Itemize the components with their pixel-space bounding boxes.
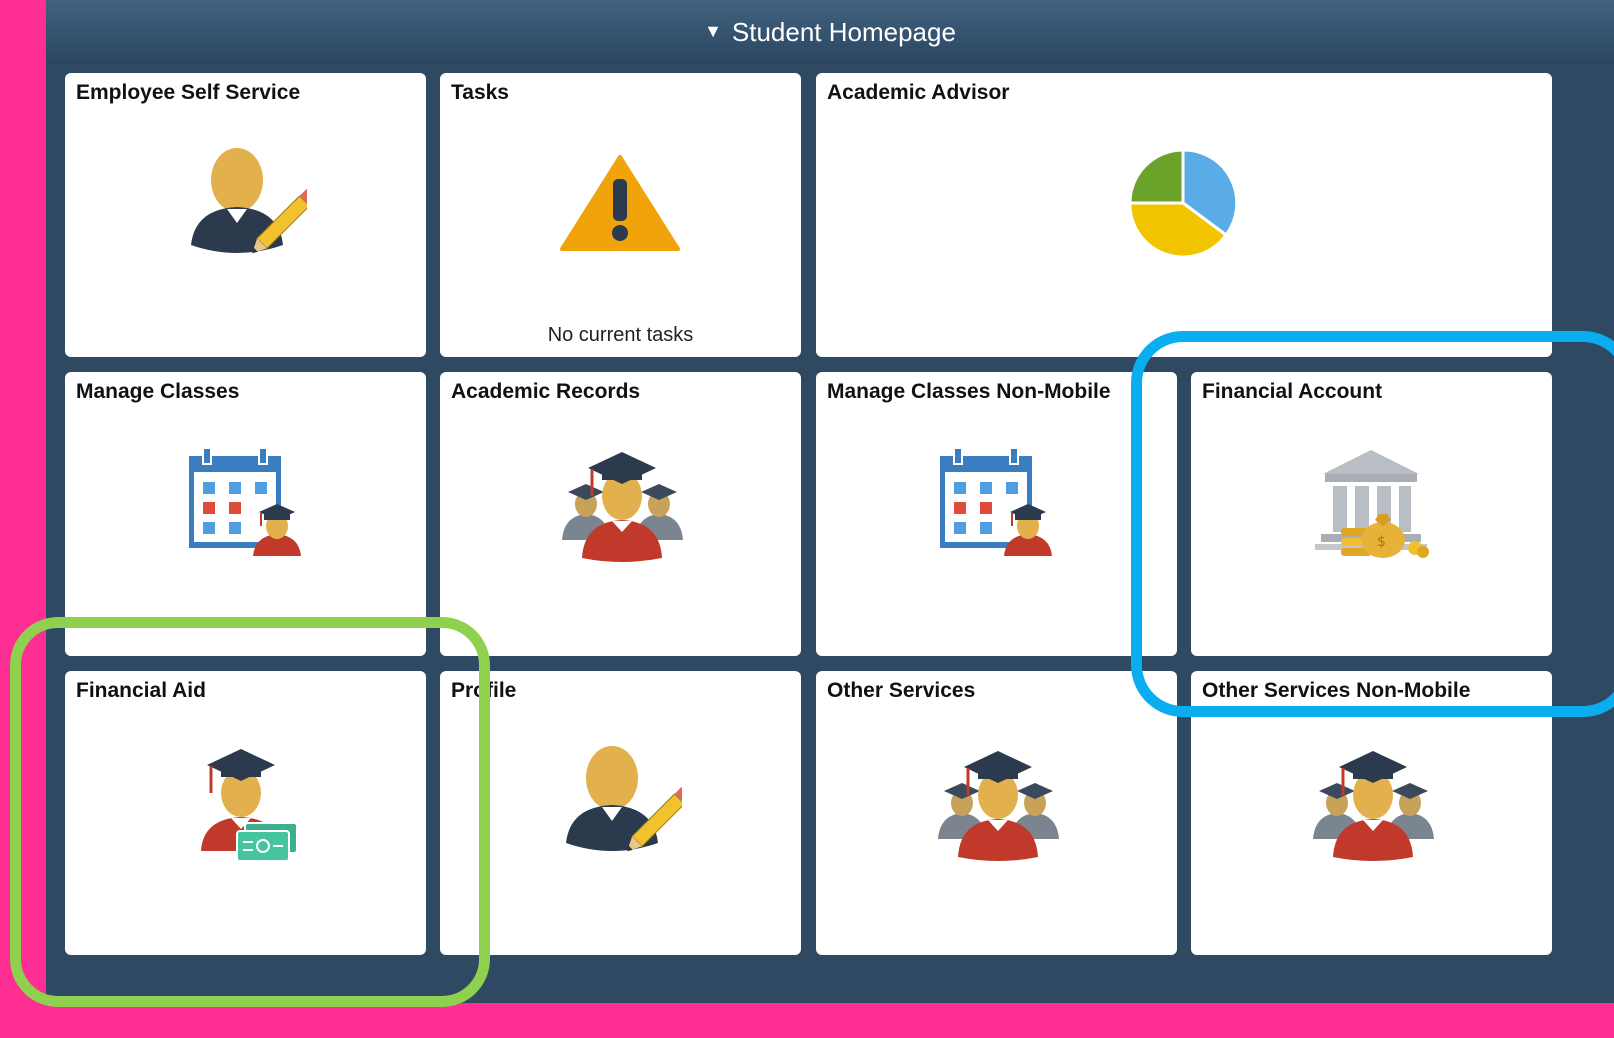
pie-chart-icon xyxy=(1128,148,1239,259)
tasks-status: No current tasks xyxy=(547,324,694,346)
tile-title: Employee Self Service xyxy=(76,81,301,104)
person-pencil-icon xyxy=(191,148,307,254)
homepage-panel: ▼ Student Homepage Employee Self Service… xyxy=(46,0,1614,1003)
tile-title: Other Services xyxy=(827,679,976,702)
graduates-icon xyxy=(1313,751,1434,861)
tile-title: Other Services Non-Mobile xyxy=(1202,679,1471,702)
tile-academic-advisor[interactable]: Academic Advisor xyxy=(816,73,1552,357)
tile-title: Manage Classes xyxy=(76,380,240,403)
tile-profile[interactable]: Profile xyxy=(440,671,801,955)
homepage-selector[interactable]: ▼ Student Homepage xyxy=(46,0,1614,64)
tile-title: Tasks xyxy=(451,81,509,104)
calendar-student-icon xyxy=(189,447,301,556)
tile-financial-aid[interactable]: Financial Aid xyxy=(65,671,426,955)
warning-icon xyxy=(560,155,680,251)
tile-other-services-non-mobile[interactable]: Other Services Non-Mobile xyxy=(1191,671,1552,955)
tile-title: Academic Advisor xyxy=(827,81,1010,104)
caret-down-icon: ▼ xyxy=(704,20,722,41)
tile-title: Academic Records xyxy=(451,380,641,403)
calendar-student-icon xyxy=(940,447,1052,556)
svg-text:$: $ xyxy=(1377,534,1386,550)
tile-title: Manage Classes Non-Mobile xyxy=(827,380,1111,403)
tile-academic-records[interactable]: Academic Records xyxy=(440,372,801,656)
graduates-icon xyxy=(562,452,683,562)
graduates-icon xyxy=(938,751,1059,861)
tile-manage-classes-non-mobile[interactable]: Manage Classes Non-Mobile xyxy=(816,372,1177,656)
tile-title: Profile xyxy=(451,679,517,702)
tile-financial-account[interactable]: Financial Account $ xyxy=(1191,372,1552,656)
tile-other-services[interactable]: Other Services xyxy=(816,671,1177,955)
tile-employee-self-service[interactable]: Employee Self Service xyxy=(65,73,426,357)
graduate-cash-icon xyxy=(201,749,298,862)
person-pencil-icon xyxy=(566,746,682,852)
tile-tasks[interactable]: Tasks No current tasks xyxy=(440,73,801,357)
tile-title: Financial Account xyxy=(1202,380,1383,403)
tile-manage-classes[interactable]: Manage Classes xyxy=(65,372,426,656)
tile-title: Financial Aid xyxy=(76,679,206,702)
homepage-title: Student Homepage xyxy=(731,16,956,47)
bank-moneybag-icon: $ xyxy=(1315,450,1429,558)
